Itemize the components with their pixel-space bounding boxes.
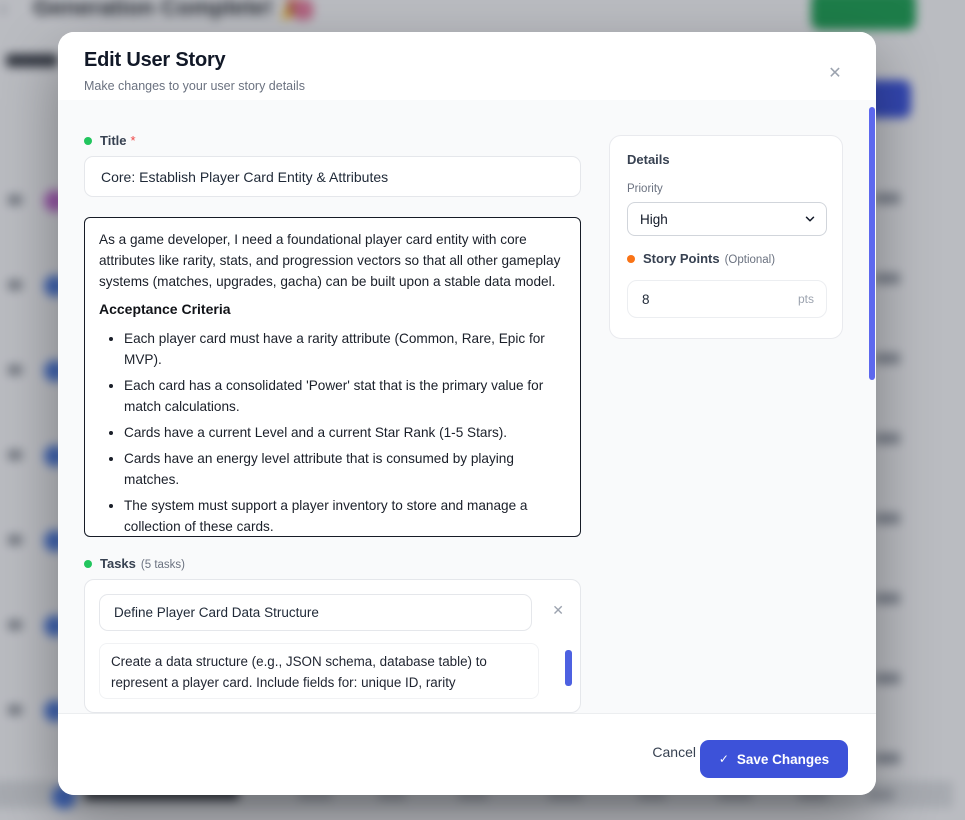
priority-select[interactable]: High [627,202,827,236]
tasks-label-row: Tasks (5 tasks) [84,555,185,573]
green-dot-icon [84,560,92,568]
description-paragraph: As a game developer, I need a foundation… [99,229,566,292]
orange-dot-icon [627,255,635,263]
tasks-count: (5 tasks) [141,559,185,571]
tasks-label: Tasks [100,556,136,571]
criteria-item: Each card has a consolidated 'Power' sta… [124,375,566,417]
criteria-item: Each player card must have a rarity attr… [124,328,566,370]
criteria-item: Cards have an energy level attribute tha… [124,448,566,490]
details-card: Details Priority High Story Points (Optio… [609,135,843,339]
cancel-button[interactable]: Cancel [652,744,696,760]
criteria-item: Cards have a current Level and a current… [124,422,566,443]
title-label-row: Title * [84,132,136,150]
modal-title: Edit User Story [84,49,225,72]
required-marker: * [131,133,136,148]
story-title-input[interactable] [84,156,581,197]
story-points-label-row: Story Points (Optional) [627,250,825,268]
title-label: Title [100,133,127,148]
task-card: ✕ Create a data structure (e.g., JSON sc… [84,579,581,713]
story-description-editor[interactable]: As a game developer, I need a foundation… [84,217,581,537]
modal-scrollbar[interactable] [869,107,875,380]
acceptance-criteria-heading: Acceptance Criteria [99,299,566,320]
story-points-optional: (Optional) [725,254,776,266]
task-title-input[interactable] [99,594,532,631]
criteria-item: The system must support a player invento… [124,495,566,537]
acceptance-criteria-list: Each player card must have a rarity attr… [99,328,566,537]
priority-label: Priority [627,183,825,195]
green-dot-icon [84,137,92,145]
remove-task-icon[interactable]: ✕ [552,602,564,619]
modal-subtitle: Make changes to your user story details [84,79,305,93]
story-points-unit: pts [798,292,814,306]
modal-body: Title * As a game developer, I need a fou… [58,100,876,713]
story-points-label: Story Points [643,251,720,266]
task-description-textarea[interactable]: Create a data structure (e.g., JSON sche… [99,643,539,699]
modal-footer: Cancel ✓ Save Changes [58,713,876,795]
close-icon[interactable]: ✕ [824,62,846,84]
save-button-label: Save Changes [737,752,829,767]
edit-user-story-modal: Edit User Story Make changes to your use… [58,32,876,795]
chevron-down-icon [803,212,817,229]
modal-header: Edit User Story Make changes to your use… [58,32,876,100]
check-icon: ✓ [719,752,729,766]
priority-value: High [640,212,668,227]
details-title: Details [627,152,825,167]
save-changes-button[interactable]: ✓ Save Changes [700,740,848,778]
task-description-scrollbar[interactable] [565,650,572,686]
